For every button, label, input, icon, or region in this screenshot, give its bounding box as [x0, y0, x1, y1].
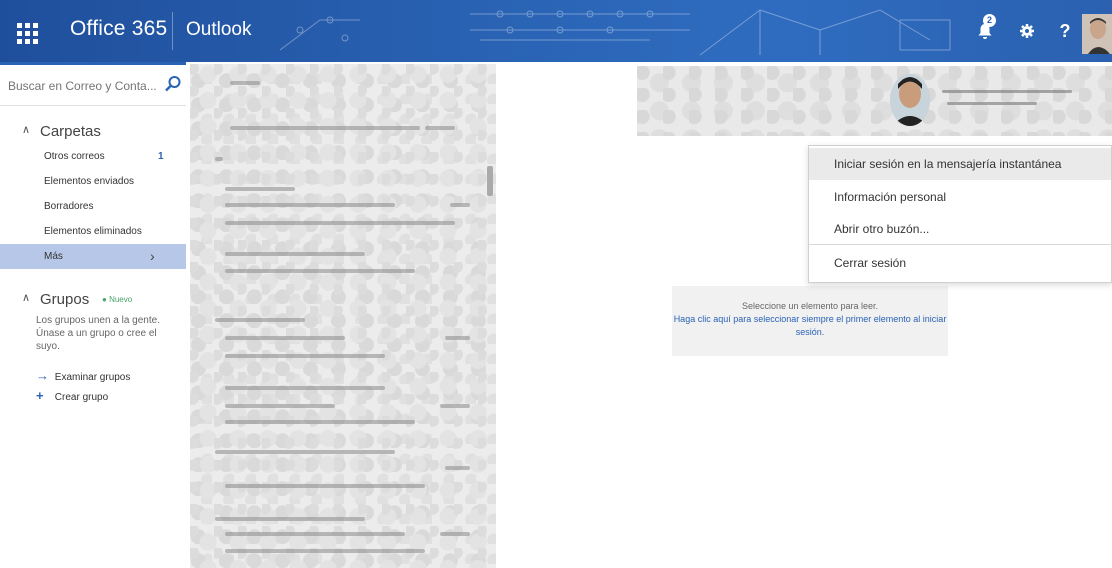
reading-pane-message: Seleccione un elemento para leer. [741, 301, 879, 311]
groups-description: Los grupos unen a la gente. Únase a un g… [36, 315, 160, 352]
plus-icon: + [36, 388, 44, 403]
app-launcher-icon[interactable] [12, 18, 40, 46]
blurred-text [225, 221, 455, 225]
office365-brand[interactable]: Office 365 [70, 17, 167, 41]
blurred-email [947, 102, 1037, 105]
top-navigation-bar: Office 365 Outlook 2 ? [0, 0, 1112, 62]
blurred-text [225, 549, 425, 553]
message-list-obscured [190, 64, 496, 568]
blurred-text [225, 203, 395, 207]
search-icon[interactable] [164, 75, 182, 93]
folder-label: Más [44, 251, 63, 262]
account-profile-card [637, 66, 1112, 136]
search-box [0, 62, 186, 106]
blurred-text [445, 466, 470, 470]
menu-divider [809, 244, 1111, 245]
blurred-text [225, 484, 425, 488]
blurred-text [440, 404, 470, 408]
menu-item-sign-out[interactable]: Cerrar sesión [809, 247, 1111, 279]
folder-label: Borradores [44, 201, 94, 212]
blurred-text [450, 203, 470, 207]
account-menu: Iniciar sesión en la mensajería instantá… [808, 145, 1112, 283]
blurred-text [215, 450, 395, 454]
folder-label: Elementos enviados [44, 176, 135, 187]
user-avatar[interactable] [1082, 14, 1112, 54]
groups-section-header[interactable]: ∧ Grupos [22, 291, 89, 308]
blurred-text [440, 532, 470, 536]
settings-gear-icon[interactable] [1014, 16, 1040, 46]
folder-item-otros-correos[interactable]: Otros correos 1 [0, 144, 186, 169]
search-input[interactable] [8, 75, 156, 97]
folder-item-elementos-enviados[interactable]: Elementos enviados [0, 169, 186, 194]
blurred-text [215, 318, 305, 322]
message-list-scrollbar[interactable] [487, 166, 493, 196]
blurred-text [225, 532, 405, 536]
profile-photo [890, 74, 930, 126]
notification-count-badge: 2 [983, 14, 996, 27]
blurred-text [215, 157, 223, 161]
blurred-text [225, 252, 365, 256]
folders-section-header[interactable]: ∧ Carpetas [22, 123, 101, 140]
left-navigation-pane: ∧ Carpetas Otros correos 1 Elementos env… [0, 62, 186, 568]
folder-item-borradores[interactable]: Borradores [0, 194, 186, 219]
arrow-right-icon: → [36, 368, 49, 383]
reading-pane-placeholder: Seleccione un elemento para leer. Haga c… [672, 286, 948, 356]
blurred-text [425, 126, 455, 130]
chevron-up-icon: ∧ [22, 124, 31, 136]
outlook-app-title[interactable]: Outlook [186, 19, 251, 41]
help-button[interactable]: ? [1052, 16, 1078, 46]
always-select-first-link[interactable]: Haga clic aquí para seleccionar siempre … [672, 313, 948, 339]
blurred-text [225, 187, 295, 191]
menu-item-personal-info[interactable]: Información personal [809, 181, 1111, 213]
menu-item-open-mailbox[interactable]: Abrir otro buzón... [809, 213, 1111, 245]
new-badge: ● Nuevo [102, 295, 133, 304]
blurred-text [445, 336, 470, 340]
blurred-text [225, 336, 345, 340]
chevron-right-icon: › [150, 248, 155, 264]
blurred-text [225, 354, 385, 358]
unread-count: 1 [158, 151, 164, 162]
blurred-text [225, 386, 385, 390]
folder-item-mas[interactable]: Más › [0, 244, 186, 269]
blurred-name [942, 90, 1072, 93]
blurred-text [225, 404, 335, 408]
brand-divider [172, 12, 173, 50]
folder-label: Otros correos [44, 151, 105, 162]
explore-groups-link[interactable]: → Examinar grupos [36, 368, 130, 383]
blurred-text [215, 517, 365, 521]
blurred-text [225, 420, 415, 424]
blurred-text [225, 269, 415, 273]
blurred-text [230, 126, 420, 130]
chevron-up-icon: ∧ [22, 292, 31, 304]
blurred-text [230, 81, 260, 85]
folder-item-elementos-eliminados[interactable]: Elementos eliminados [0, 219, 186, 244]
menu-item-sign-in-im[interactable]: Iniciar sesión en la mensajería instantá… [809, 148, 1111, 180]
create-group-link[interactable]: + Crear grupo [36, 388, 108, 403]
folder-label: Elementos eliminados [44, 226, 142, 237]
